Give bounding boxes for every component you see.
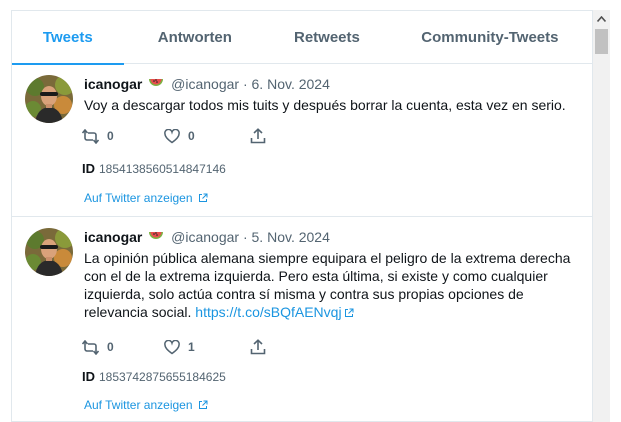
tab-bar: Tweets Antworten Retweets Community-Twee… [12,11,592,65]
external-link-icon [198,192,208,206]
tweet-header: icanogar @icanogar · 5. Nov. 2024 [84,228,584,248]
external-link-icon [198,399,208,413]
tweet-date[interactable]: 6. Nov. 2024 [252,76,330,92]
like-count: 1 [188,340,195,354]
reply-icon [82,339,99,355]
tweet-link[interactable]: https://t.co/sBQfAENvqj [195,304,341,320]
tweet-id-row: ID 1854138560514847146 [82,161,226,176]
share-icon [250,339,266,355]
share-button[interactable] [250,128,266,144]
vertical-scrollbar[interactable] [593,10,610,422]
tab-retweets[interactable]: Retweets [266,11,388,64]
avatar[interactable] [25,75,73,123]
like-count: 0 [188,129,195,143]
reply-icon [82,128,99,144]
reply-button[interactable]: 0 [82,339,164,355]
reply-button[interactable]: 0 [82,128,164,144]
scrollbar-thumb[interactable] [595,29,608,54]
tweet-id-row: ID 1853742875655184625 [82,369,226,384]
id-label: ID [82,369,95,384]
tab-community-tweets[interactable]: Community-Tweets [388,11,592,64]
tweet-body: icanogar @icanogar · 6. Nov. 2024 Voy a … [84,75,584,114]
tweet-id: 1853742875655184625 [99,370,226,384]
separator: · [242,76,248,92]
id-label: ID [82,161,95,176]
view-link-label: Auf Twitter anzeigen [84,191,193,205]
tweet-card: icanogar @icanogar · 6. Nov. 2024 Voy a … [12,64,592,217]
heart-icon [164,339,180,355]
view-on-twitter-link[interactable]: Auf Twitter anzeigen [84,191,208,206]
tweet-actions: 0 1 [82,339,266,355]
share-icon [250,128,266,144]
external-link-icon [344,304,354,322]
author-handle[interactable]: @icanogar [171,76,239,92]
watermelon-icon [148,77,164,95]
separator: · [242,229,248,245]
like-button[interactable]: 0 [164,128,250,144]
tweet-date[interactable]: 5. Nov. 2024 [252,229,330,245]
avatar[interactable] [25,228,73,276]
view-link-label: Auf Twitter anzeigen [84,398,193,412]
share-button[interactable] [250,339,266,355]
scroll-up-arrow-icon[interactable] [593,10,610,27]
heart-icon [164,128,180,144]
reply-count: 0 [107,340,114,354]
tweet-card: icanogar @icanogar · 5. Nov. 2024 La opi… [12,217,592,422]
tweet-id: 1854138560514847146 [99,162,226,176]
watermelon-icon [148,230,164,248]
view-on-twitter-link[interactable]: Auf Twitter anzeigen [84,398,208,413]
author-name[interactable]: icanogar [84,76,142,92]
tweet-text: Voy a descargar todos mis tuits y despué… [84,97,566,113]
like-button[interactable]: 1 [164,339,250,355]
reply-count: 0 [107,129,114,143]
tab-tweets[interactable]: Tweets [12,11,124,65]
author-handle[interactable]: @icanogar [171,229,239,245]
tweet-text-container: La opinión pública alemana siempre equip… [84,249,584,322]
tab-antworten[interactable]: Antworten [124,11,267,64]
author-name[interactable]: icanogar [84,229,142,245]
tweet-list-panel: Tweets Antworten Retweets Community-Twee… [11,10,593,422]
tweet-body: icanogar @icanogar · 5. Nov. 2024 La opi… [84,228,584,322]
tweet-actions: 0 0 [82,128,266,144]
tweet-header: icanogar @icanogar · 6. Nov. 2024 [84,75,584,95]
